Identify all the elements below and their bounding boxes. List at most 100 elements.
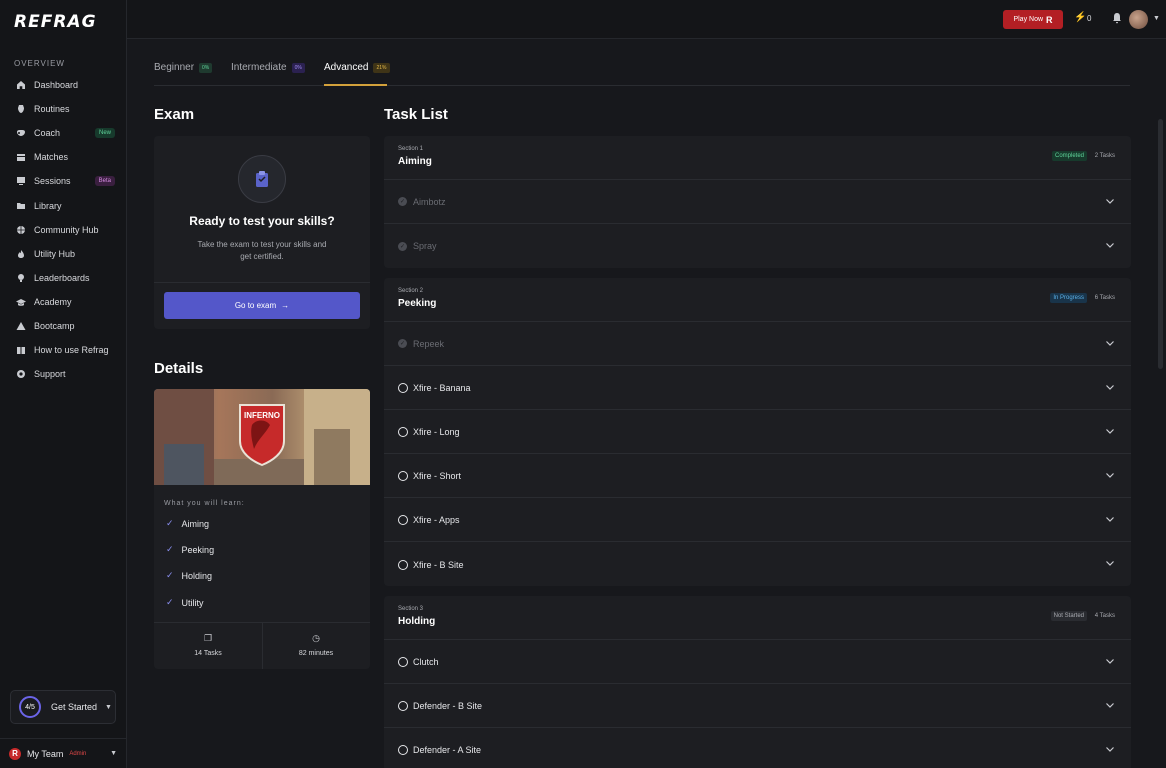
tab-intermediate[interactable]: Intermediate 0% [231,62,305,73]
tab-beginner[interactable]: Beginner 0% [154,62,213,73]
user-avatar[interactable] [1129,10,1148,29]
task-row[interactable]: Xfire - Banana [384,366,1131,411]
section-number: Section 2 [398,288,424,294]
chevron-down-icon[interactable] [1105,514,1115,524]
empty-circle-icon [398,514,408,525]
empty-circle-icon [398,470,408,481]
get-started-button[interactable]: 4/5 Get Started ▼ [10,690,116,724]
task-name: Xfire - Short [413,470,462,481]
task-row[interactable]: ✓ Repeek [384,322,1131,367]
task-row[interactable]: Defender - A Site [384,728,1131,768]
energy-count: 0 [1087,14,1092,23]
nav-section-title: OVERVIEW [14,59,65,68]
exam-title: Ready to test your skills? [189,214,335,228]
chevron-down-icon[interactable] [1105,196,1115,206]
clock-icon: ◷ [312,633,320,643]
sidebar-item-matches[interactable]: Matches [0,145,127,169]
learn-item-label: Aiming [181,518,210,529]
task-row[interactable]: Defender - B Site [384,684,1131,729]
sidebar: REFRAG OVERVIEW Dashboard Routines Coach… [0,0,127,768]
arrow-right-icon: → [281,301,290,310]
learn-item-label: Utility [181,597,204,608]
task-row[interactable]: Xfire - Short [384,454,1131,499]
go-to-exam-label: Go to exam [234,301,277,310]
check-icon: ✓ [166,544,174,554]
task-name: Xfire - Banana [413,382,471,393]
chevron-down-icon[interactable] [1105,382,1115,392]
task-row[interactable]: Xfire - B Site [384,542,1131,586]
sidebar-item-academy[interactable]: Academy [0,290,127,314]
learn-label: What you will learn: [164,500,245,507]
book-icon [16,345,26,355]
sidebar-item-community-hub[interactable]: Community Hub [0,218,127,242]
task-row[interactable]: ✓ Aimbotz [384,180,1131,225]
section-header[interactable]: Section 1 Aiming Completed 2 Tasks [384,136,1131,180]
chevron-down-icon[interactable] [1105,426,1115,436]
globe-icon [16,225,26,235]
exam-description: Take the exam to test your skills and ge… [197,240,327,261]
sidebar-item-leaderboards[interactable]: Leaderboards [0,266,127,290]
chevron-down-icon[interactable] [1105,338,1115,348]
task-name: Defender - B Site [413,700,483,711]
details-card: INFERNO What you will learn: ✓ Aiming ✓ Pe… [154,389,370,669]
chevron-down-icon[interactable] [1105,700,1115,710]
sessions-icon [16,176,26,186]
chevron-down-icon[interactable] [1105,558,1115,568]
sidebar-item-label: Coach [34,128,61,139]
tent-icon [16,321,26,331]
chevron-down-icon[interactable] [1105,656,1115,666]
tasks-stat: ❐ 14 Tasks [154,633,262,657]
task-section-holding: Section 3 Holding Not Started 4 Tasks Cl… [384,596,1131,768]
section-number: Section 3 [398,606,424,612]
routines-icon [16,104,26,114]
lifebuoy-icon [16,369,26,379]
chevron-down-icon[interactable] [1105,470,1115,480]
play-now-label: Play Now [1013,16,1044,23]
chevron-down-icon[interactable] [1105,744,1115,754]
tab-label: Advanced [324,62,369,73]
sidebar-item-support[interactable]: Support [0,362,127,386]
bell-icon[interactable] [1112,12,1122,24]
task-row[interactable]: Xfire - Apps [384,498,1131,543]
section-header[interactable]: Section 2 Peeking In Progress 6 Tasks [384,278,1131,322]
flame-icon [16,249,26,259]
learn-item: ✓ Holding [166,570,212,581]
sidebar-item-how-to-use[interactable]: How to use Refrag [0,338,127,362]
home-icon [16,80,26,90]
tab-advanced[interactable]: Advanced 21% [324,62,390,73]
caret-down-icon: ▼ [110,750,117,757]
sidebar-item-sessions[interactable]: Sessions Beta [0,169,127,193]
status-badge: Completed [1051,151,1087,161]
task-row[interactable]: ✓ Spray [384,224,1131,268]
task-row[interactable]: Xfire - Long [384,410,1131,455]
sidebar-item-routines[interactable]: Routines [0,97,127,121]
graduation-icon [16,297,26,307]
app-root: REFRAG OVERVIEW Dashboard Routines Coach… [0,0,1166,768]
divider [154,282,370,283]
team-switcher[interactable]: R My Team Admin ▼ [0,738,127,768]
caret-down-icon[interactable]: ▼ [1153,15,1160,22]
learn-item: ✓ Peeking [166,544,214,555]
section-header[interactable]: Section 3 Holding Not Started 4 Tasks [384,596,1131,640]
scrollbar[interactable] [1158,119,1163,369]
sidebar-item-utility-hub[interactable]: Utility Hub [0,242,127,266]
sidebar-item-coach[interactable]: Coach New [0,121,127,145]
team-role-badge: Admin [69,750,87,757]
chevron-down-icon[interactable] [1105,240,1115,250]
exam-heading: Exam [154,106,195,123]
sidebar-item-library[interactable]: Library [0,193,127,217]
sidebar-item-bootcamp[interactable]: Bootcamp [0,314,127,338]
bolt-icon[interactable]: ⚡ [1074,12,1086,23]
new-badge: New [94,128,115,139]
caret-down-icon: ▼ [105,703,112,711]
sidebar-item-label: Library [34,200,62,211]
sidebar-item-dashboard[interactable]: Dashboard [0,73,127,97]
go-to-exam-button[interactable]: Go to exam → [164,292,360,319]
play-now-button[interactable]: Play Now R [1003,10,1063,29]
sidebar-item-label: Leaderboards [34,272,90,283]
task-row[interactable]: Clutch [384,640,1131,685]
refrag-logo[interactable]: REFRAG [14,12,97,32]
empty-circle-icon [398,700,408,711]
check-icon: ✓ [166,518,174,528]
sidebar-item-label: Matches [34,152,69,163]
